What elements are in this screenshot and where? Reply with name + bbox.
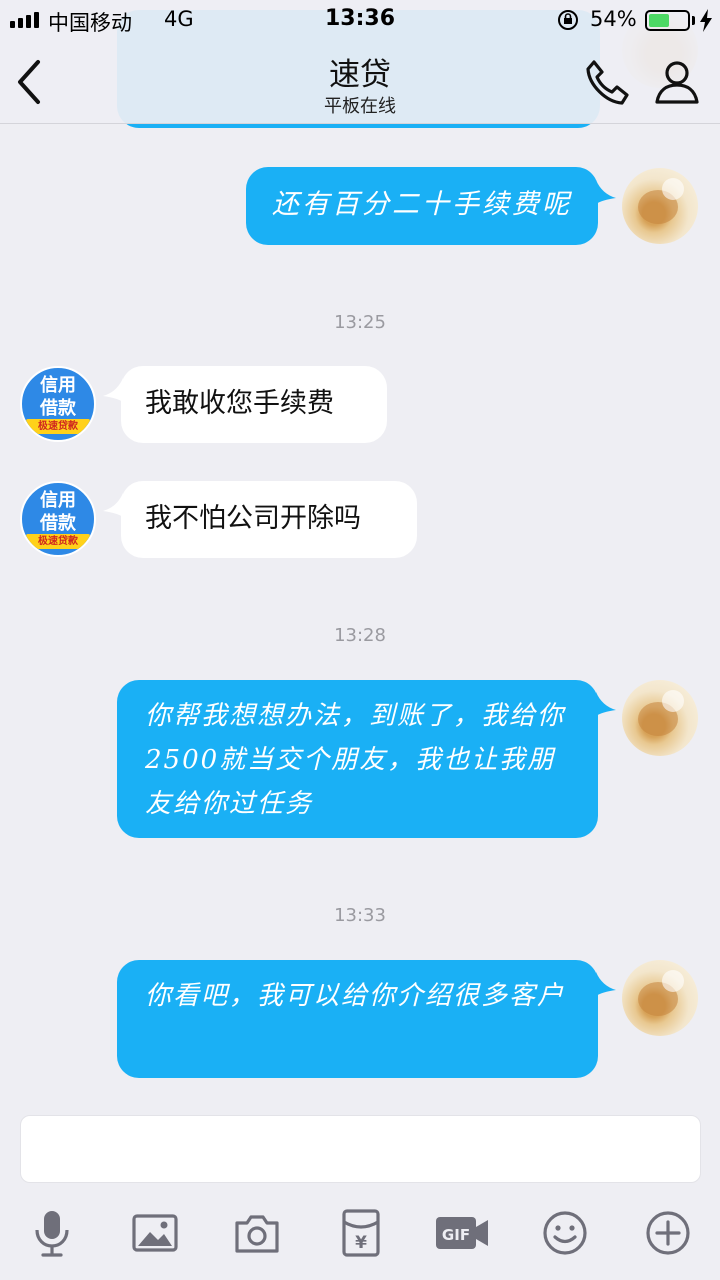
rotation-lock-icon	[558, 10, 578, 30]
outgoing-message-bubble[interactable]: 你看吧，我可以给你介绍很多客户	[117, 960, 598, 1078]
message-timestamp: 13:25	[334, 312, 386, 333]
profile-person-icon[interactable]	[651, 56, 703, 108]
avatar-text-line1: 信用	[40, 375, 76, 396]
incoming-message-bubble[interactable]: 我敢收您手续费	[121, 366, 387, 443]
red-packet-symbol: ¥	[355, 1233, 367, 1253]
message-input[interactable]	[20, 1115, 701, 1183]
avatar-ribbon: 极速贷款	[26, 534, 90, 549]
status-bar: 中国移动 4G 13:36 54%	[0, 0, 720, 40]
gif-icon[interactable]: GIF	[434, 1208, 490, 1258]
camera-icon[interactable]	[232, 1208, 282, 1258]
bubble-tail	[596, 180, 616, 204]
bubble-tail	[596, 692, 616, 716]
emoji-icon[interactable]	[540, 1208, 590, 1258]
avatar-text-line2: 借款	[40, 513, 76, 534]
bubble-tail	[103, 378, 123, 402]
contact-avatar[interactable]: 信用 借款 极速贷款	[20, 481, 96, 557]
outgoing-message-bubble[interactable]: 你帮我想想办法，到账了，我给你2500就当交个朋友，我也让我朋友给你过任务	[117, 680, 598, 838]
battery-icon	[645, 10, 690, 31]
message-timestamp: 13:33	[334, 905, 386, 926]
contact-avatar[interactable]: 信用 借款 极速贷款	[20, 366, 96, 442]
avatar-ribbon: 极速贷款	[26, 419, 90, 434]
image-icon[interactable]	[130, 1208, 180, 1258]
microphone-icon[interactable]	[27, 1208, 77, 1258]
avatar-text-line2: 借款	[40, 398, 76, 419]
message-timestamp: 13:28	[334, 625, 386, 646]
gif-label: GIF	[442, 1226, 470, 1244]
my-avatar[interactable]	[622, 960, 698, 1036]
bubble-tail	[596, 972, 616, 996]
battery-tip	[692, 16, 695, 25]
charging-icon	[700, 9, 712, 32]
plus-icon[interactable]	[643, 1208, 693, 1258]
my-avatar[interactable]	[622, 168, 698, 244]
outgoing-message-bubble[interactable]: 还有百分二十手续费呢	[246, 167, 598, 245]
bubble-tail	[103, 493, 123, 517]
phone-call-icon[interactable]	[580, 56, 634, 110]
my-avatar[interactable]	[622, 680, 698, 756]
battery-percent: 54%	[590, 7, 637, 31]
incoming-message-bubble[interactable]: 我不怕公司开除吗	[121, 481, 417, 558]
avatar-text-line1: 信用	[40, 490, 76, 511]
red-packet-icon[interactable]: ¥	[336, 1208, 386, 1258]
